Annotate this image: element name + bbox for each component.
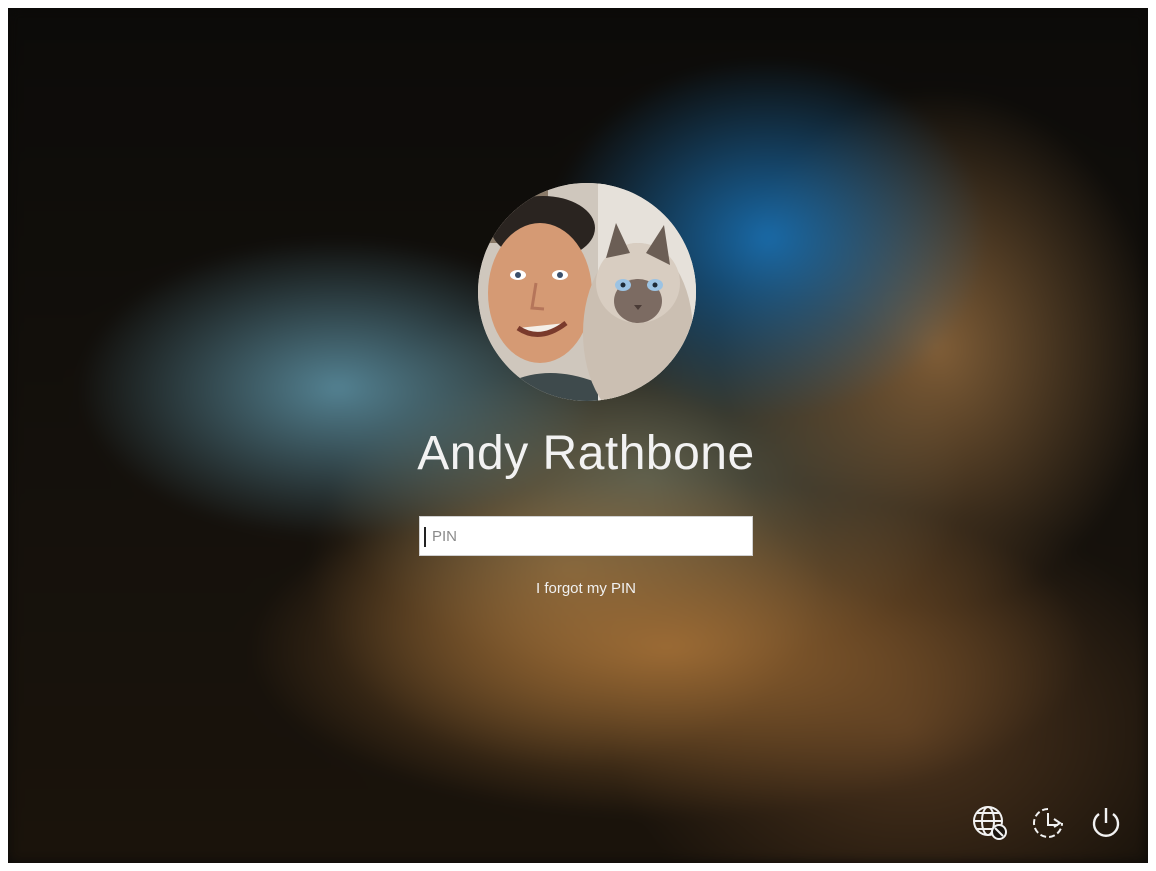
lock-screen: Andy Rathbone I forgot my PIN [8,8,1148,863]
network-button[interactable] [968,801,1012,845]
network-icon [973,806,1007,840]
power-button[interactable] [1084,801,1128,845]
power-icon [1092,808,1120,837]
forgot-pin-link[interactable]: I forgot my PIN [8,580,1148,597]
ease-of-access-icon [1033,808,1063,838]
avatar [478,183,696,401]
user-name: Andy Rathbone [417,427,755,480]
system-tray [968,801,1128,845]
pin-field[interactable] [419,516,753,556]
text-cursor [424,527,426,547]
pin-input[interactable] [420,517,752,555]
ease-of-access-button[interactable] [1026,801,1070,845]
avatar-photo [478,183,696,401]
